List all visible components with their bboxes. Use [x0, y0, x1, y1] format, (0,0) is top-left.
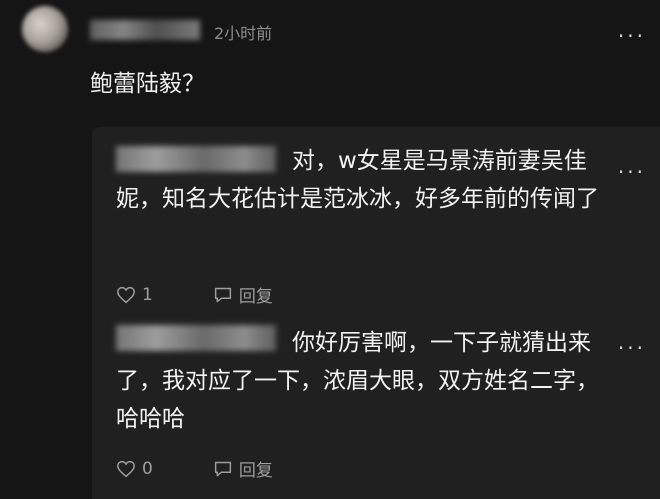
reply-text: 你好厉害啊，一下子就猜出来了，我对应了一下，浓眉大眼，双方姓名二字，哈哈哈	[116, 330, 599, 432]
reply-actions: 1 回复	[116, 282, 333, 307]
heart-icon	[117, 460, 135, 477]
reply-text: 对，w女星是马景涛前妻吴佳妮，知名大花估计是范冰冰，好多年前的传闻了	[116, 148, 599, 212]
comment-icon	[214, 287, 231, 302]
username-blurred[interactable]	[90, 20, 200, 40]
heart-icon	[117, 286, 135, 303]
reply-actions: 0 回复	[116, 456, 333, 481]
like-button[interactable]: 1	[116, 285, 153, 305]
reply-button[interactable]: 回复	[213, 282, 273, 307]
comment-text: 鲍蕾陆毅？	[90, 71, 205, 97]
more-icon[interactable]: ···	[618, 26, 646, 46]
reply-button[interactable]: 回复	[213, 456, 273, 481]
comment-time: 2小时前	[214, 24, 273, 43]
like-count: 1	[142, 284, 153, 305]
comment-icon	[214, 461, 231, 476]
like-count: 0	[142, 458, 153, 479]
reply-label: 回复	[238, 461, 273, 481]
more-icon[interactable]: ···	[618, 162, 646, 182]
reply-label: 回复	[238, 287, 273, 307]
avatar[interactable]	[22, 6, 68, 52]
more-icon[interactable]: ···	[618, 338, 646, 358]
like-button[interactable]: 0	[116, 459, 153, 479]
